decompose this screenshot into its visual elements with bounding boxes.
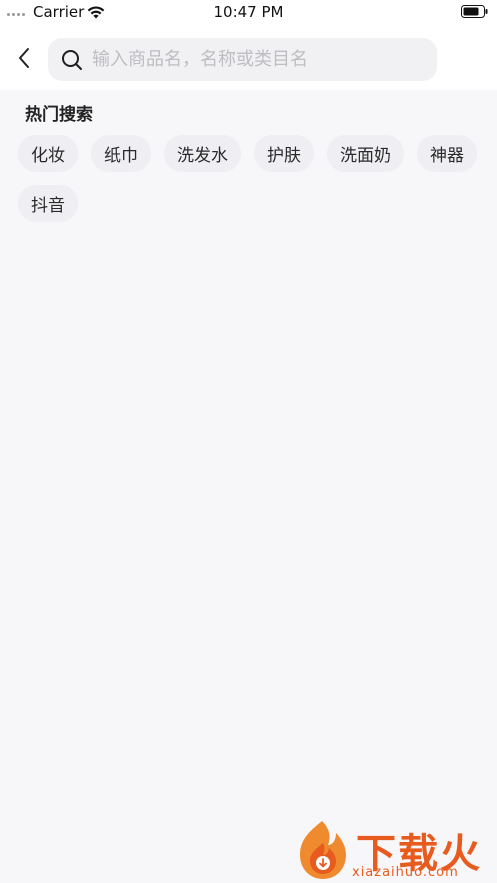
hot-search-tag[interactable]: 神器 <box>417 135 477 172</box>
clock: 10:47 PM <box>213 3 284 21</box>
search-input[interactable] <box>92 49 422 70</box>
hot-search-tag[interactable]: 洗面奶 <box>327 135 404 172</box>
chevron-left-icon <box>19 48 29 68</box>
search-header <box>0 26 497 90</box>
hot-search-tags: 化妆 纸巾 洗发水 护肤 洗面奶 神器 抖音 <box>18 135 478 222</box>
watermark-logo: 下载火 xiazaihuo.com <box>292 817 497 883</box>
flame-icon <box>300 821 346 879</box>
screen: Carrier 10:47 PM 输入商品名，名称或类目名 热门搜索 化妆 纸巾… <box>0 0 497 883</box>
search-bar[interactable] <box>48 38 437 81</box>
status-bar: Carrier 10:47 PM <box>0 0 497 26</box>
hot-search-title: 热门搜索 <box>25 105 93 125</box>
watermark-domain: xiazaihuo.com <box>352 865 459 880</box>
hot-search-tag[interactable]: 纸巾 <box>91 135 151 172</box>
hot-search-tag[interactable]: 抖音 <box>18 185 78 222</box>
hot-search-tag[interactable]: 洗发水 <box>164 135 241 172</box>
battery-icon <box>461 5 488 18</box>
search-icon <box>60 48 84 72</box>
hot-search-tag[interactable]: 护肤 <box>254 135 314 172</box>
hot-search-tag[interactable]: 化妆 <box>18 135 78 172</box>
back-button[interactable] <box>12 46 36 70</box>
